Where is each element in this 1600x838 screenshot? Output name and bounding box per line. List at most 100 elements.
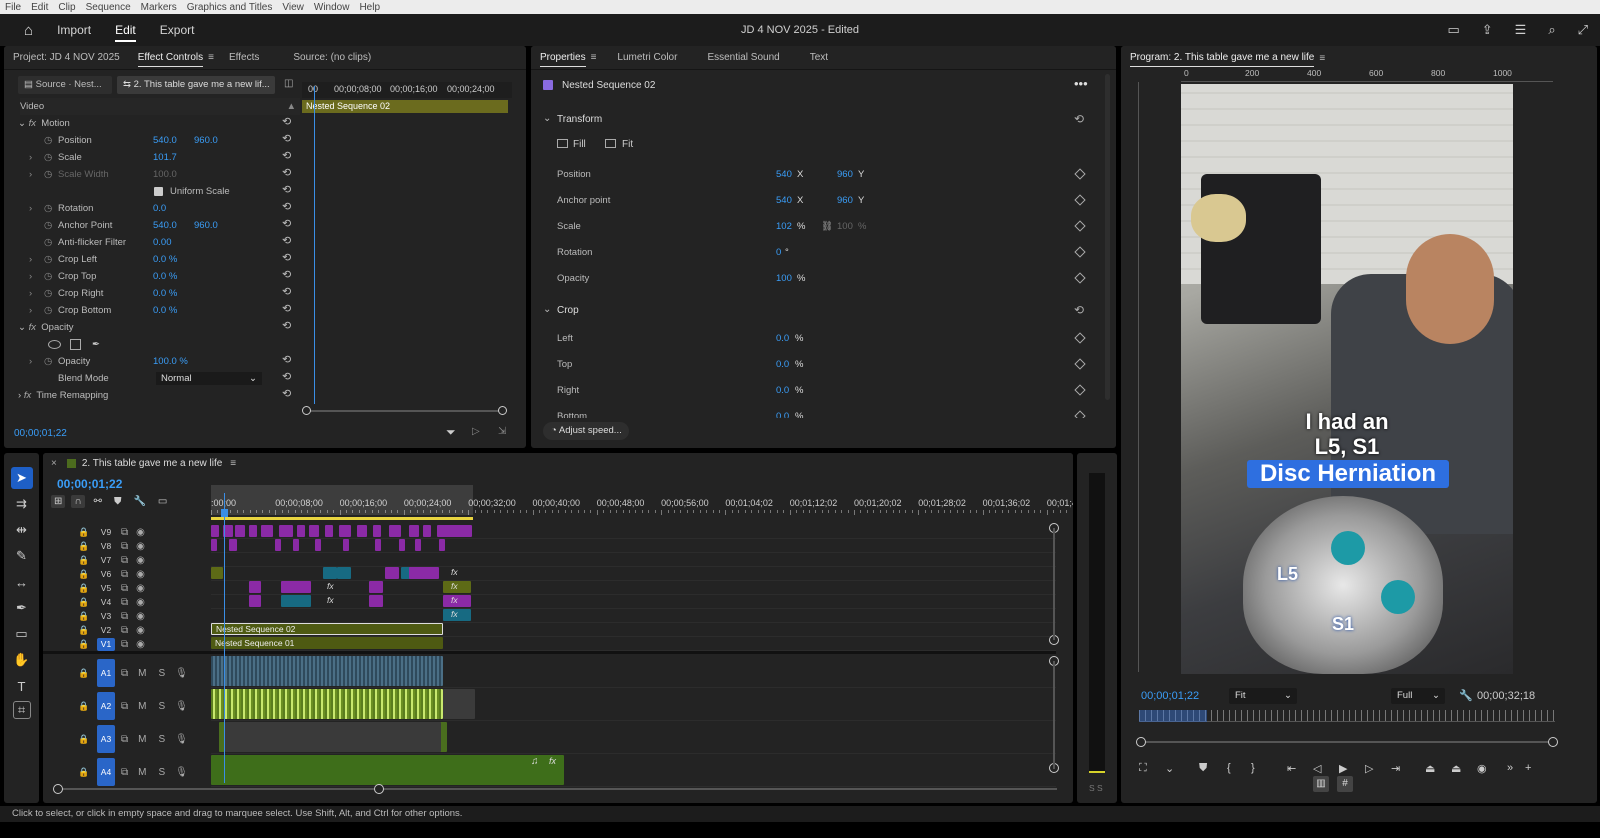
sync-lock-icon[interactable]: ⧉ bbox=[121, 639, 128, 650]
reset-icon[interactable]: ⟲ bbox=[282, 251, 291, 264]
tab-properties[interactable]: Properties bbox=[531, 46, 595, 70]
link-icon[interactable]: ⛓ bbox=[821, 218, 833, 235]
prop-value-a[interactable]: 0.0 bbox=[776, 330, 789, 347]
ec-row-uniform-scale[interactable]: Uniform Scale bbox=[4, 183, 284, 200]
ec-time-ruler[interactable]: 00 00;00;08;00 00;00;16;00 00;00;24;00 bbox=[302, 82, 512, 98]
microphone-icon[interactable]: 🎙 bbox=[175, 734, 188, 745]
reset-icon[interactable]: ⟲ bbox=[282, 132, 291, 145]
eye-icon[interactable]: ◉ bbox=[136, 625, 145, 636]
lock-icon[interactable]: 🔒 bbox=[77, 625, 91, 636]
sync-lock-icon[interactable]: ⧉ bbox=[121, 597, 128, 608]
video-clip[interactable] bbox=[281, 581, 311, 593]
tab-effect-controls[interactable]: Effect Controls bbox=[129, 46, 212, 70]
video-clip[interactable] bbox=[249, 581, 261, 593]
video-clip[interactable] bbox=[337, 567, 351, 579]
chevron-right-icon[interactable]: › bbox=[29, 166, 32, 183]
video-clip[interactable] bbox=[343, 539, 349, 551]
chevron-right-icon[interactable]: › bbox=[29, 302, 32, 319]
menu-clip[interactable]: Clip bbox=[53, 2, 80, 13]
lock-icon[interactable]: 🔒 bbox=[77, 541, 91, 552]
keyframe-icon[interactable] bbox=[1074, 194, 1086, 206]
lock-icon[interactable]: 🔒 bbox=[77, 583, 91, 594]
blend-mode-select[interactable]: Normal ⌄ bbox=[156, 372, 262, 385]
video-clip[interactable] bbox=[357, 525, 367, 537]
add-button-icon[interactable]: + bbox=[1525, 762, 1531, 774]
menu-markers[interactable]: Markers bbox=[136, 2, 182, 13]
tab-essential-sound[interactable]: Essential Sound bbox=[698, 46, 788, 70]
safe-margins-icon[interactable]: ⛶ bbox=[1139, 762, 1165, 775]
tab-project[interactable]: Project: JD 4 NOV 2025 bbox=[4, 46, 129, 70]
settings-wrench-icon[interactable]: 🔧 bbox=[130, 495, 148, 508]
track-target-v2[interactable]: V2 bbox=[97, 624, 115, 637]
video-clip[interactable] bbox=[409, 567, 439, 579]
sync-lock-icon[interactable]: ⧉ bbox=[121, 527, 128, 538]
stopwatch-icon[interactable]: ◷ bbox=[44, 200, 52, 217]
program-timecode[interactable]: 00;00;01;22 bbox=[1141, 690, 1199, 702]
ec-row-crop-right[interactable]: › ◷ Crop Right 0.0 % bbox=[4, 285, 284, 302]
step-forward-icon[interactable]: ▷ bbox=[1365, 762, 1391, 775]
prop-value-a[interactable]: 0 bbox=[776, 244, 781, 261]
go-to-out-icon[interactable]: ⇥ bbox=[1391, 762, 1425, 775]
reset-icon[interactable]: ⟲ bbox=[282, 149, 291, 162]
prop-value-b[interactable]: 960 bbox=[837, 192, 853, 209]
ec-row-position[interactable]: ◷ Position 540.0 960.0 bbox=[4, 132, 284, 149]
video-clip[interactable] bbox=[444, 525, 472, 537]
audio-tracks-scrollbar[interactable] bbox=[1053, 661, 1055, 769]
stopwatch-icon[interactable]: ◷ bbox=[44, 268, 52, 285]
lock-icon[interactable]: 🔒 bbox=[77, 597, 91, 608]
scroll-handle-left[interactable] bbox=[53, 784, 63, 794]
eye-icon[interactable]: ◉ bbox=[136, 583, 145, 594]
video-clip[interactable] bbox=[339, 525, 351, 537]
fill-icon[interactable] bbox=[557, 139, 568, 148]
reset-icon[interactable]: ⟲ bbox=[282, 319, 291, 332]
track-select-icon[interactable]: ⇉ bbox=[11, 493, 33, 515]
track-target-v3[interactable]: V3 bbox=[97, 610, 115, 623]
prop-value-b[interactable]: 960 bbox=[837, 166, 853, 183]
keyframe-icon[interactable] bbox=[1074, 272, 1086, 284]
eye-icon[interactable]: ◉ bbox=[136, 541, 145, 552]
ec-value-1[interactable]: 0.0 % bbox=[153, 251, 177, 268]
scroll-handle-left[interactable] bbox=[1136, 737, 1146, 747]
program-scrollbar[interactable] bbox=[1141, 741, 1555, 743]
lock-icon[interactable]: 🔒 bbox=[77, 555, 91, 566]
prop-value-a[interactable]: 0.0 bbox=[776, 382, 789, 399]
menu-window[interactable]: Window bbox=[309, 2, 355, 13]
solo-button[interactable]: S bbox=[158, 734, 165, 745]
eye-icon[interactable]: ◉ bbox=[136, 555, 145, 566]
video-clip[interactable] bbox=[249, 525, 257, 537]
rectangle-mask-icon[interactable] bbox=[70, 339, 81, 350]
ec-row-anti-flicker-filter[interactable]: ◷ Anti-flicker Filter 0.00 bbox=[4, 234, 284, 251]
reset-icon[interactable]: ⟲ bbox=[1074, 303, 1084, 317]
razor-icon[interactable]: ✎ bbox=[11, 545, 33, 567]
home-icon[interactable]: ⌂ bbox=[24, 22, 33, 39]
stopwatch-icon[interactable]: ◷ bbox=[44, 132, 52, 149]
track-target-v4[interactable]: V4 bbox=[97, 596, 115, 609]
menu-file[interactable]: File bbox=[0, 2, 26, 13]
pen-tool-icon[interactable]: ✒ bbox=[11, 597, 33, 619]
prop-value-a[interactable]: 0.0 bbox=[776, 356, 789, 373]
video-tracks-scrollbar[interactable] bbox=[1053, 528, 1055, 640]
video-clip[interactable] bbox=[293, 539, 299, 551]
chevron-down-icon[interactable]: ⌄ bbox=[543, 113, 551, 124]
play-only-audio-icon[interactable]: ▷ bbox=[472, 426, 480, 437]
stopwatch-icon[interactable]: ◷ bbox=[44, 217, 52, 234]
tab-effects[interactable]: Effects bbox=[220, 46, 268, 70]
prop-value-a[interactable]: 102 bbox=[776, 218, 792, 235]
stopwatch-icon[interactable]: ◷ bbox=[44, 302, 52, 319]
stopwatch-icon[interactable]: ◷ bbox=[44, 285, 52, 302]
step-back-icon[interactable]: ◁ bbox=[1313, 762, 1339, 775]
lock-icon[interactable]: 🔒 bbox=[77, 734, 91, 745]
add-marker-icon[interactable]: ⛊ bbox=[111, 495, 125, 508]
video-clip[interactable] bbox=[211, 567, 223, 579]
track-target-a2[interactable]: A2 bbox=[97, 692, 115, 720]
play-icon[interactable]: ▶ bbox=[1339, 762, 1365, 775]
eye-icon[interactable]: ◉ bbox=[136, 527, 145, 538]
video-clip[interactable] bbox=[385, 567, 399, 579]
keyframe-icon[interactable] bbox=[1074, 410, 1086, 418]
audio-clip-a4[interactable] bbox=[211, 755, 564, 785]
track-target-v7[interactable]: V7 bbox=[97, 554, 115, 567]
lock-icon[interactable]: 🔒 bbox=[77, 569, 91, 580]
toggle-timeline-icon[interactable]: ◫ bbox=[284, 78, 293, 89]
track-target-v5[interactable]: V5 bbox=[97, 582, 115, 595]
tab-edit[interactable]: Edit bbox=[115, 14, 136, 46]
